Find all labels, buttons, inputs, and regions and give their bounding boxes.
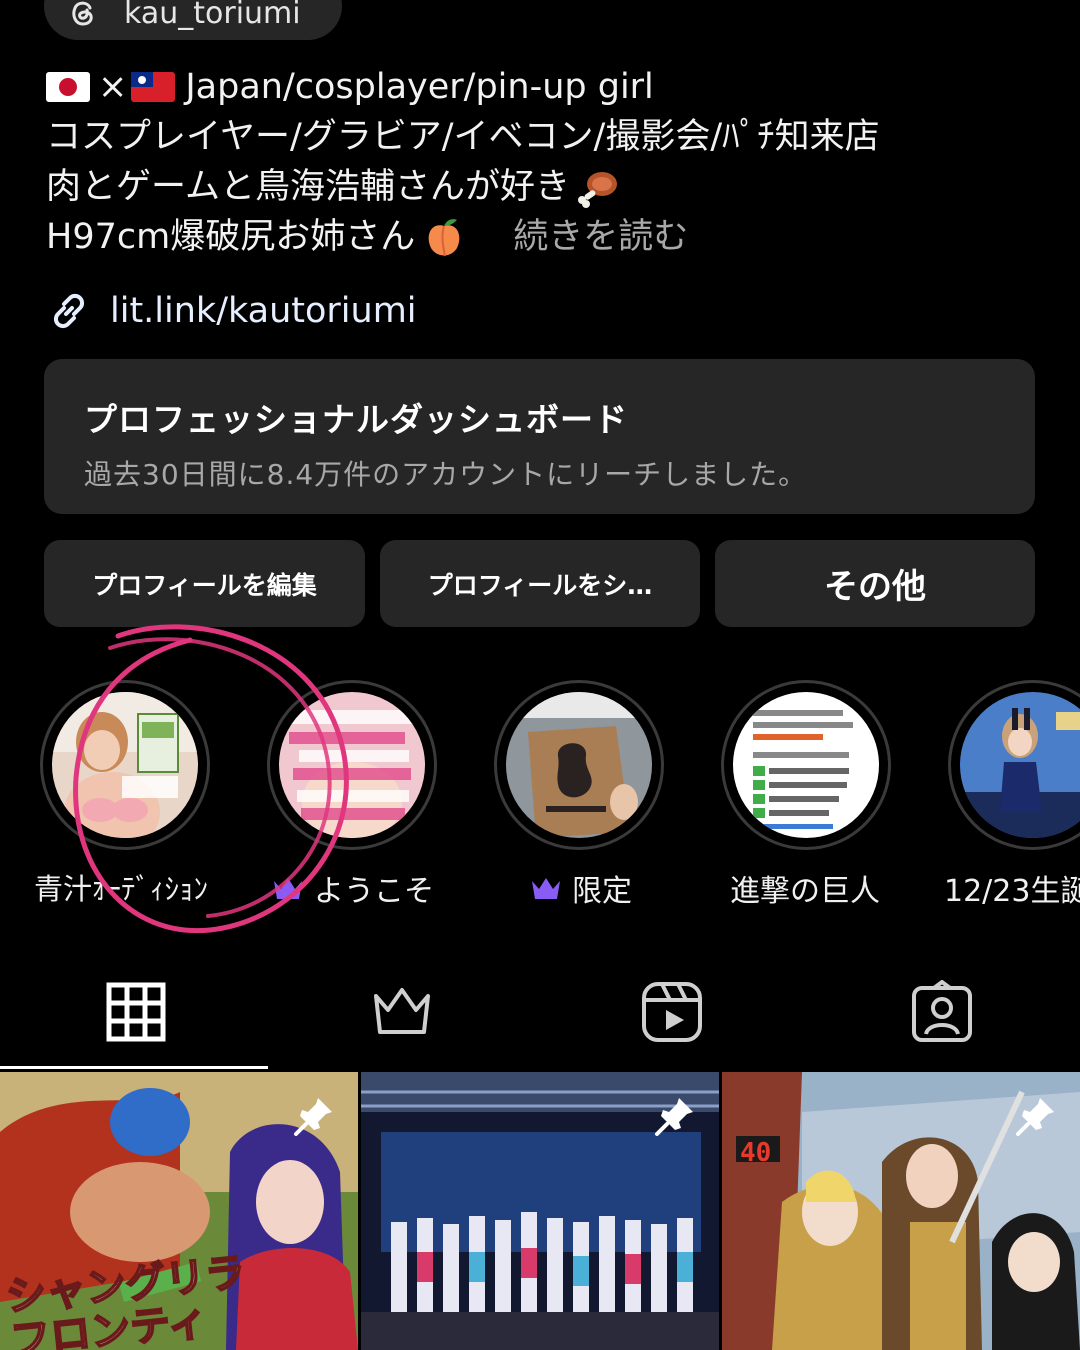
profile-link[interactable]: lit.link/kautoriumi <box>46 288 417 334</box>
highlight-3-label: 限定 <box>572 874 632 909</box>
post-tile-2[interactable] <box>361 1072 719 1350</box>
highlight-3-thumbnail <box>506 692 652 838</box>
bio-line-2: コスプレイヤー/グラビア/イベコン/撮影会/ﾊﾟﾁ知来店 <box>46 117 880 157</box>
dashboard-subtitle: 過去30日間に8.4万件のアカウントにリーチしました。 <box>84 458 808 491</box>
highlight-3-label-row: 限定 <box>530 866 632 910</box>
share-profile-button[interactable]: プロフィールをシ… <box>380 540 700 627</box>
bio-line-4-text: H97cm爆破尻お姉さん <box>46 217 416 257</box>
reels-icon[interactable] <box>640 980 704 1044</box>
annotation-circle <box>73 624 349 934</box>
exclusive-crown-icon <box>532 878 560 899</box>
bio-separator: × <box>98 67 128 107</box>
edit-profile-button[interactable]: プロフィールを編集 <box>44 540 365 627</box>
highlight-4[interactable] <box>721 680 891 850</box>
pinned-icon <box>1016 1098 1054 1136</box>
highlight-5-label: 12/23生誕 <box>944 874 1080 909</box>
peach-icon <box>428 219 460 257</box>
active-tab-indicator <box>0 1066 268 1069</box>
bio-line-3: 肉とゲームと鳥海浩輔さんが好き <box>46 162 1036 212</box>
read-more-link[interactable]: 続きを読む <box>513 212 688 262</box>
bio-line-1-text: Japan/cosplayer/pin-up girl <box>185 67 654 107</box>
bio-line-3-text: 肉とゲームと鳥海浩輔さんが好き <box>46 167 570 207</box>
threads-badge[interactable]: kau_toriumi <box>44 0 342 40</box>
pinned-icon <box>294 1098 332 1136</box>
tagged-icon[interactable] <box>910 980 974 1044</box>
more-button[interactable]: その他 <box>715 540 1035 627</box>
threads-username: kau_toriumi <box>124 0 301 31</box>
profile-bio: × Japan/cosplayer/pin-up girl コスプレイヤー/グラ… <box>46 62 1036 262</box>
threads-icon <box>72 1 93 26</box>
professional-dashboard-card[interactable]: プロフェッショナルダッシュボード 過去30日間に8.4万件のアカウントにリーチし… <box>44 359 1035 514</box>
link-url[interactable]: lit.link/kautoriumi <box>110 291 417 331</box>
pinned-icon <box>655 1098 693 1136</box>
dashboard-title: プロフェッショナルダッシュボード <box>84 400 628 439</box>
japan-flag-icon <box>46 72 90 102</box>
highlight-4-label: 進撃の巨人 <box>730 874 880 909</box>
meat-on-bone-icon <box>577 172 617 208</box>
highlight-4-thumbnail <box>733 692 879 838</box>
post-tile-1[interactable]: シャングリラ フロンティ <box>0 1072 358 1350</box>
highlight-3[interactable] <box>494 680 664 850</box>
post-3-timer-text: 40 <box>740 1138 772 1168</box>
highlight-5[interactable] <box>948 680 1080 850</box>
taiwan-flag-icon <box>131 72 176 102</box>
crown-icon[interactable] <box>370 980 434 1044</box>
bio-line-1: × Japan/cosplayer/pin-up girl <box>46 62 1036 112</box>
grid-icon[interactable] <box>104 980 168 1044</box>
link-icon <box>53 293 85 329</box>
bio-line-4: H97cm爆破尻お姉さん 続きを読む <box>46 212 1036 262</box>
post-tile-3[interactable]: 40 <box>722 1072 1080 1350</box>
